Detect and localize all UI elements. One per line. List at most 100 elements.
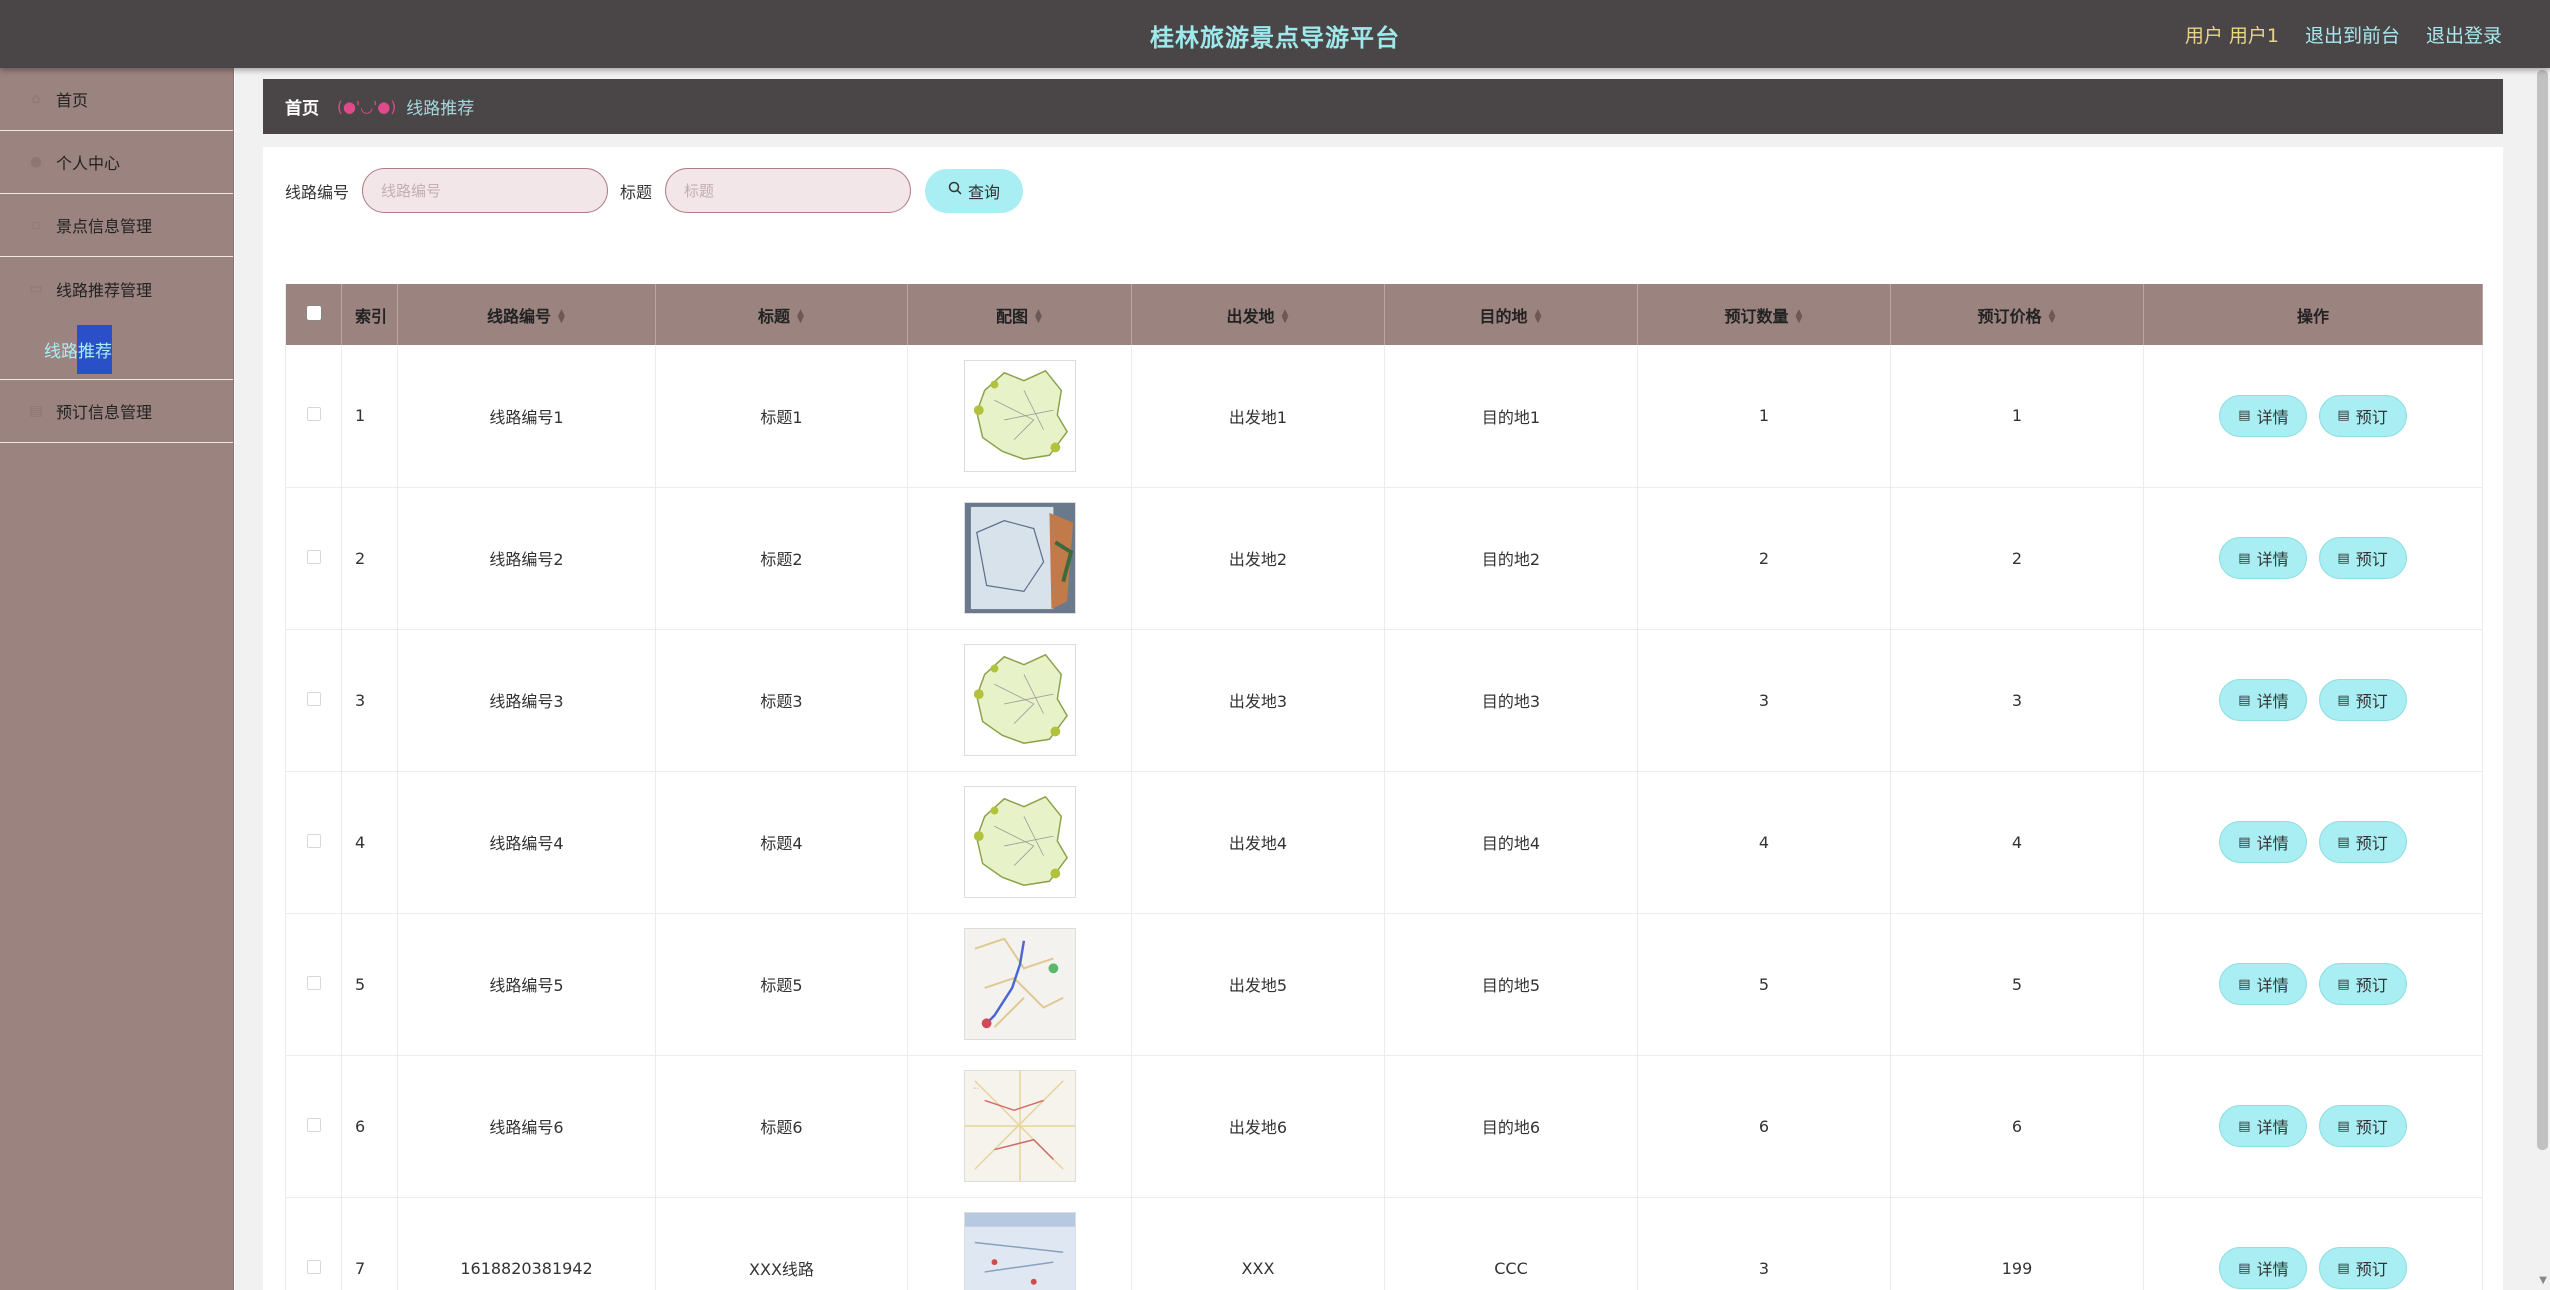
route-map-thumbnail[interactable] xyxy=(963,502,1076,614)
route-map-thumbnail[interactable] xyxy=(963,644,1076,756)
detail-button[interactable]: ▤ 详情 xyxy=(2219,1105,2308,1147)
sort-icon[interactable]: ▲ ▼ xyxy=(1795,309,1804,325)
document-icon: ▤ xyxy=(2337,834,2350,850)
book-button[interactable]: ▤ 预订 xyxy=(2318,394,2407,437)
cell-image xyxy=(907,629,1132,772)
book-button[interactable]: ▤ 预订 xyxy=(2318,1105,2407,1147)
row-checkbox-cell xyxy=(285,629,342,772)
sort-icon[interactable]: ▲ ▼ xyxy=(557,309,566,325)
table-row: 7 1618820381942 XXX线路 XXX CCC 3 199 ▤ 详情 … xyxy=(285,1197,2483,1290)
route-icon: ▭ xyxy=(29,280,43,297)
query-button[interactable]: 查询 xyxy=(925,168,1024,213)
route-map-thumbnail[interactable]: ··· xyxy=(963,1070,1076,1182)
detail-button[interactable]: ▤ 详情 xyxy=(2219,963,2308,1005)
cell-actions: ▤ 详情 ▤ 预订 xyxy=(2143,771,2483,914)
document-icon: ▤ xyxy=(2337,1118,2350,1134)
sort-icon[interactable]: ▲ ▼ xyxy=(1034,309,1043,325)
col-title[interactable]: 标题 ▲ ▼ xyxy=(655,284,908,345)
cell-to: CCC xyxy=(1384,1197,1638,1290)
detail-button-label: 详情 xyxy=(2256,1260,2289,1279)
cell-price: 4 xyxy=(1890,771,2144,914)
breadcrumb-separator: (●'◡'●) xyxy=(337,97,397,116)
cell-route-code: 1618820381942 xyxy=(397,1197,656,1290)
sort-icon[interactable]: ▲ ▼ xyxy=(796,309,805,325)
route-map-thumbnail[interactable] xyxy=(963,359,1076,472)
logout-link[interactable]: 退出登录 xyxy=(2426,21,2502,48)
document-icon: ▤ xyxy=(2238,976,2251,992)
sort-icon[interactable]: ▲ ▼ xyxy=(1534,309,1543,325)
detail-button[interactable]: ▤ 详情 xyxy=(2219,394,2308,437)
sidebar-subitem-route-recommend[interactable]: 线路推荐 xyxy=(0,320,233,380)
row-checkbox[interactable] xyxy=(306,549,321,564)
cell-qty: 2 xyxy=(1637,487,1891,630)
book-button-label: 预订 xyxy=(2355,976,2388,995)
book-button[interactable]: ▤ 预订 xyxy=(2318,821,2407,863)
cell-qty: 3 xyxy=(1637,1197,1891,1290)
table-row: 5 线路编号5 标题5 出发地5 目的地5 5 5 ▤ 详情 ▤ 预订 xyxy=(285,913,2483,1056)
book-button[interactable]: ▤ 预订 xyxy=(2318,537,2407,579)
book-button[interactable]: ▤ 预订 xyxy=(2318,1247,2407,1289)
sidebar-item-home[interactable]: ⌂ 首页 xyxy=(0,68,233,131)
cell-title: 标题1 xyxy=(655,345,908,488)
detail-button[interactable]: ▤ 详情 xyxy=(2219,679,2308,721)
book-button-label: 预订 xyxy=(2355,1260,2388,1279)
vertical-scrollbar[interactable]: ▼ xyxy=(2535,68,2550,1290)
document-icon: ▤ xyxy=(2238,834,2251,850)
detail-button[interactable]: ▤ 详情 xyxy=(2219,821,2308,863)
route-map-thumbnail[interactable] xyxy=(963,928,1076,1040)
detail-button[interactable]: ▤ 详情 xyxy=(2219,1247,2308,1289)
cell-image xyxy=(907,345,1132,488)
col-to[interactable]: 目的地 ▲ ▼ xyxy=(1384,284,1638,345)
sort-icon[interactable]: ▲ ▼ xyxy=(2048,309,2057,325)
book-button-label: 预订 xyxy=(2355,834,2388,853)
sidebar-item-profile[interactable]: ● 个人中心 xyxy=(0,131,233,194)
document-icon: ▤ xyxy=(2337,692,2350,708)
cell-actions: ▤ 详情 ▤ 预订 xyxy=(2143,1055,2483,1198)
cell-image xyxy=(907,487,1132,630)
document-icon: ▤ xyxy=(2337,976,2350,992)
sidebar-item-booking[interactable]: ▤ 预订信息管理 xyxy=(0,380,233,443)
sidebar-item-scenic[interactable]: ▫ 景点信息管理 xyxy=(0,194,233,257)
row-checkbox-cell xyxy=(285,771,342,914)
row-checkbox[interactable] xyxy=(306,975,321,990)
detail-button-label: 详情 xyxy=(2256,550,2289,569)
title-input[interactable] xyxy=(665,168,912,213)
col-label: 出发地 xyxy=(1226,306,1275,326)
route-map-thumbnail[interactable] xyxy=(963,786,1076,898)
cell-qty: 3 xyxy=(1637,629,1891,772)
row-checkbox[interactable] xyxy=(306,407,321,422)
cell-price: 3 xyxy=(1890,629,2144,772)
cell-title: 标题4 xyxy=(655,771,908,914)
sort-icon[interactable]: ▲ ▼ xyxy=(1281,309,1290,325)
exit-to-front-link[interactable]: 退出到前台 xyxy=(2305,21,2400,48)
route-code-input[interactable] xyxy=(362,168,609,213)
select-all-cell xyxy=(285,284,342,345)
cell-price: 199 xyxy=(1890,1197,2144,1290)
sidebar-item-label: 预订信息管理 xyxy=(56,403,153,422)
col-image[interactable]: 配图 ▲ ▼ xyxy=(907,284,1132,345)
cell-to: 目的地4 xyxy=(1384,771,1638,914)
scrollbar-thumb[interactable] xyxy=(2537,70,2548,1150)
breadcrumb-home[interactable]: 首页 xyxy=(285,94,319,119)
col-qty[interactable]: 预订数量 ▲ ▼ xyxy=(1637,284,1891,345)
book-button[interactable]: ▤ 预订 xyxy=(2318,963,2407,1005)
row-checkbox[interactable] xyxy=(306,691,321,706)
scroll-down-arrow-icon[interactable]: ▼ xyxy=(2539,1275,2547,1286)
col-price[interactable]: 预订价格 ▲ ▼ xyxy=(1890,284,2144,345)
route-map-thumbnail[interactable] xyxy=(963,1212,1076,1290)
book-button-label: 预订 xyxy=(2355,1118,2388,1137)
cell-route-code: 线路编号4 xyxy=(397,771,656,914)
book-button[interactable]: ▤ 预订 xyxy=(2318,679,2407,721)
col-index: 索引 xyxy=(341,284,398,345)
row-checkbox[interactable] xyxy=(306,1259,321,1274)
row-checkbox[interactable] xyxy=(306,833,321,848)
row-checkbox[interactable] xyxy=(306,1117,321,1132)
col-from[interactable]: 出发地 ▲ ▼ xyxy=(1131,284,1385,345)
sidebar-item-label: 景点信息管理 xyxy=(56,217,153,236)
detail-button[interactable]: ▤ 详情 xyxy=(2219,537,2308,579)
col-route-code[interactable]: 线路编号 ▲ ▼ xyxy=(397,284,656,345)
cell-index: 2 xyxy=(341,487,398,630)
select-all-checkbox[interactable] xyxy=(305,304,322,321)
cell-to: 目的地1 xyxy=(1384,345,1638,488)
sidebar-item-route[interactable]: ▭ 线路推荐管理 xyxy=(0,257,233,320)
